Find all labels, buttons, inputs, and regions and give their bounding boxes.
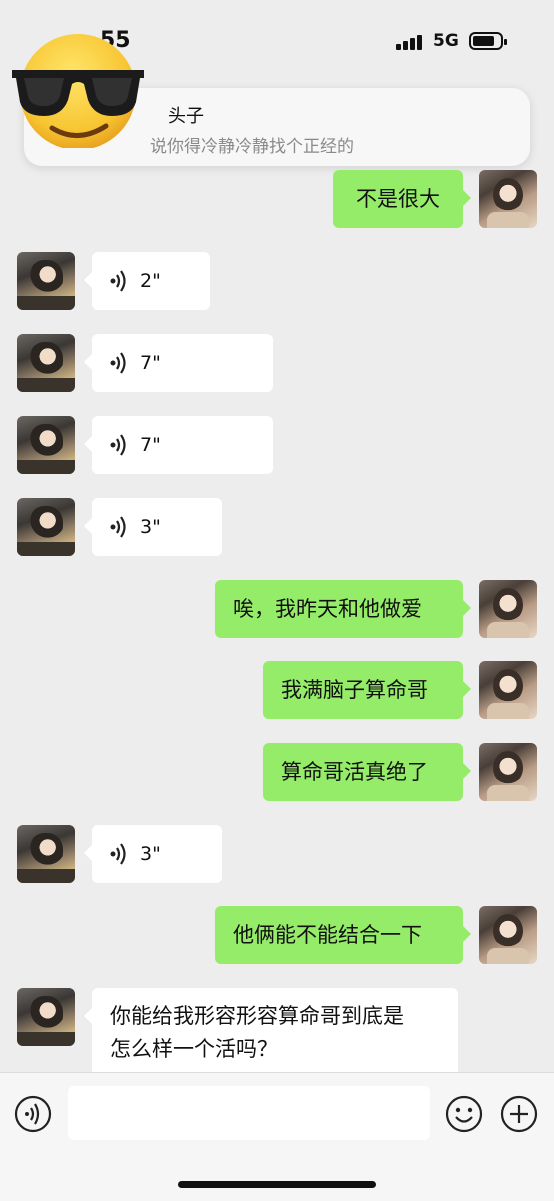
- message-line: 你能给我形容形容算命哥到底是: [110, 1004, 404, 1028]
- voice-wave-icon: [110, 843, 126, 865]
- voice-message-bubble[interactable]: 7": [84, 334, 273, 392]
- voice-message-bubble[interactable]: 3": [84, 825, 222, 883]
- outgoing-text-bubble[interactable]: 算命哥活真绝了: [263, 743, 471, 801]
- voice-wave-icon: [110, 434, 126, 456]
- voice-duration: 3": [140, 843, 161, 865]
- contact-avatar[interactable]: [17, 498, 75, 556]
- signal-icon: [396, 34, 426, 50]
- contact-avatar[interactable]: [17, 334, 75, 392]
- plus-icon[interactable]: [500, 1095, 538, 1133]
- network-type: 5G: [433, 31, 459, 51]
- outgoing-text-bubble[interactable]: 不是很大: [333, 170, 471, 228]
- voice-message-bubble[interactable]: 7": [84, 416, 273, 474]
- voice-mode-icon[interactable]: [14, 1095, 52, 1133]
- contact-avatar[interactable]: [17, 988, 75, 1046]
- voice-duration: 2": [140, 270, 161, 292]
- message-input[interactable]: [68, 1086, 430, 1140]
- my-avatar[interactable]: [479, 170, 537, 228]
- voice-duration: 7": [140, 352, 161, 374]
- contact-avatar[interactable]: [17, 416, 75, 474]
- emoji-icon[interactable]: [445, 1095, 483, 1133]
- my-avatar[interactable]: [479, 743, 537, 801]
- voice-wave-icon: [110, 352, 126, 374]
- incoming-text-bubble[interactable]: 你能给我形容形容算命哥到底是 怎么样一个活吗？: [84, 988, 458, 1078]
- voice-wave-icon: [110, 516, 126, 538]
- outgoing-text-bubble[interactable]: 唉，我昨天和他做爱: [215, 580, 471, 638]
- outgoing-text-bubble[interactable]: 我满脑子算命哥: [263, 661, 471, 719]
- voice-wave-icon: [110, 270, 126, 292]
- contact-avatar[interactable]: [17, 825, 75, 883]
- my-avatar[interactable]: [479, 661, 537, 719]
- outgoing-text-bubble[interactable]: 他俩能不能结合一下: [215, 906, 471, 964]
- voice-duration: 3": [140, 516, 161, 538]
- voice-message-bubble[interactable]: 2": [84, 252, 210, 310]
- home-indicator[interactable]: [178, 1181, 376, 1188]
- my-avatar[interactable]: [479, 906, 537, 964]
- voice-message-bubble[interactable]: 3": [84, 498, 222, 556]
- chat-input-bar: [0, 1072, 554, 1201]
- contact-avatar[interactable]: [17, 252, 75, 310]
- battery-icon: [469, 32, 507, 50]
- sunglasses-emoji-icon: [12, 34, 144, 148]
- notification-sender: 头子: [168, 106, 204, 127]
- notification-preview: 说你得冷静冷静找个正经的: [150, 137, 354, 157]
- message-line: 怎么样一个活吗？: [110, 1037, 278, 1061]
- voice-duration: 7": [140, 434, 161, 456]
- my-avatar[interactable]: [479, 580, 537, 638]
